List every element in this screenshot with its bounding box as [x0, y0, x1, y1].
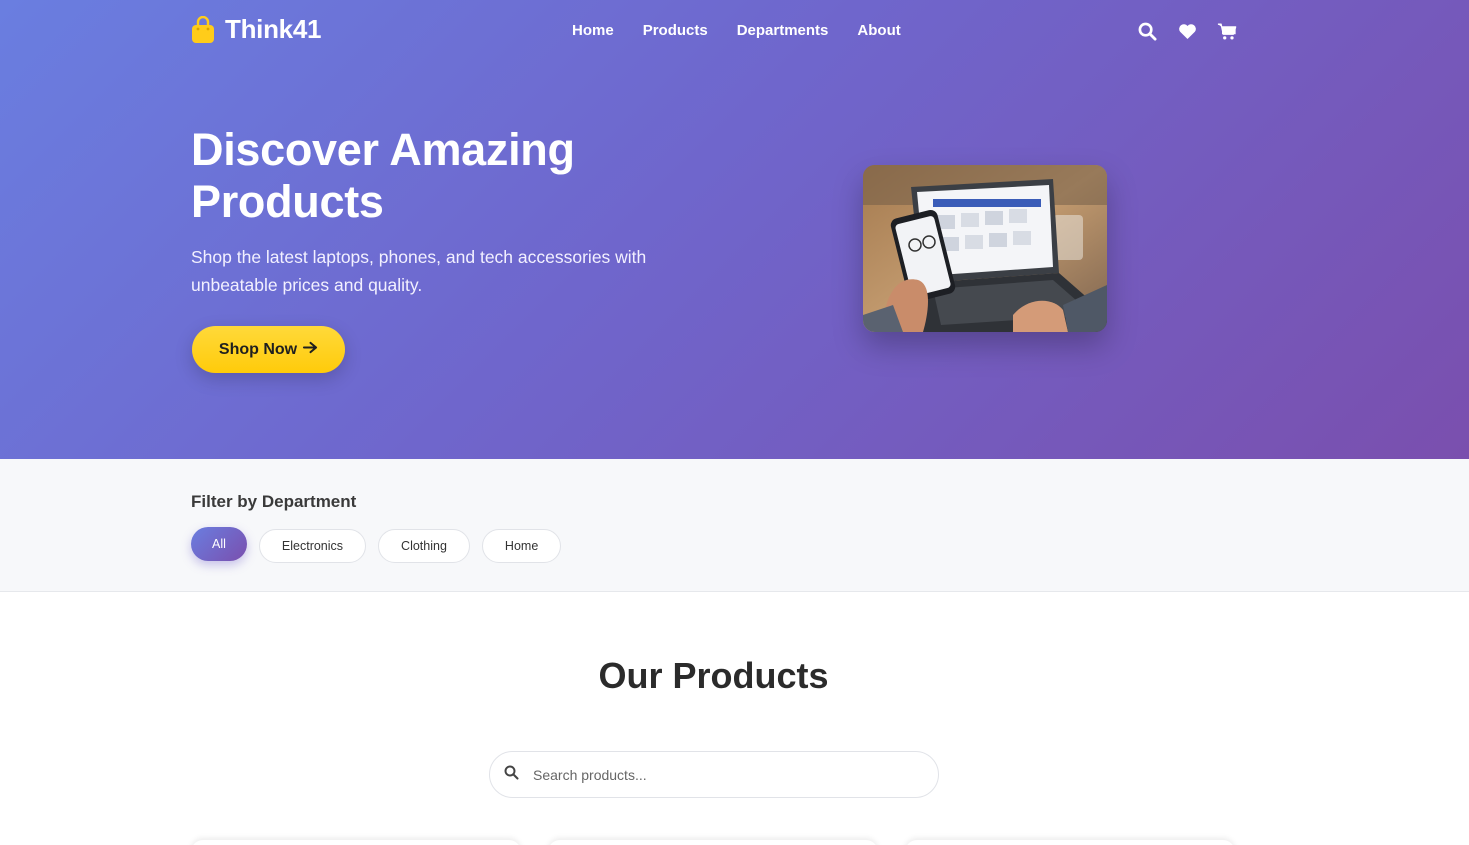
nav-link-products[interactable]: Products — [643, 22, 708, 39]
chip-home[interactable]: Home — [481, 529, 562, 563]
heart-icon[interactable] — [1177, 21, 1197, 41]
filter-section: Filter by Department All Electronics Clo… — [0, 459, 1469, 592]
search-icon — [504, 765, 519, 785]
nav-links: Home Products Departments About — [572, 22, 901, 39]
hero-subtitle: Shop the latest laptops, phones, and tec… — [191, 247, 647, 295]
nav-link-departments[interactable]: Departments — [737, 22, 829, 39]
chip-clothing[interactable]: Clothing — [378, 529, 470, 563]
hero-laptop-image — [863, 165, 1107, 332]
product-card[interactable] — [191, 840, 521, 845]
chip-all[interactable]: All — [191, 527, 247, 561]
product-card[interactable] — [548, 840, 878, 845]
arrow-right-icon — [303, 341, 318, 359]
nav-icons — [1137, 21, 1237, 41]
department-chips: All Electronics Clothing Home — [191, 527, 562, 563]
nav-link-home[interactable]: Home — [572, 22, 614, 39]
nav-link-about[interactable]: About — [857, 22, 900, 39]
products-title: Our Products — [0, 655, 1469, 697]
chip-electronics[interactable]: Electronics — [258, 529, 367, 563]
navbar: Think41 Home Products Departments About — [0, 0, 1469, 64]
brand-name: Think41 — [225, 14, 322, 44]
products-title-text: Our Products — [598, 655, 829, 696]
search-input[interactable] — [533, 766, 913, 783]
brand-logo[interactable]: Think41 — [191, 14, 321, 45]
hero-title: Discover Amazing Products — [191, 124, 575, 227]
shop-now-label: Shop Now — [218, 340, 298, 358]
product-search[interactable] — [489, 751, 939, 798]
filter-title: Filter by Department — [191, 492, 357, 511]
hero-section: Think41 Home Products Departments About — [0, 0, 1469, 459]
shopping-bag-icon — [191, 15, 215, 44]
cart-icon[interactable] — [1217, 21, 1237, 41]
search-icon[interactable] — [1137, 21, 1157, 41]
product-card[interactable] — [905, 840, 1235, 845]
shop-now-button[interactable]: Shop Now — [192, 326, 345, 373]
